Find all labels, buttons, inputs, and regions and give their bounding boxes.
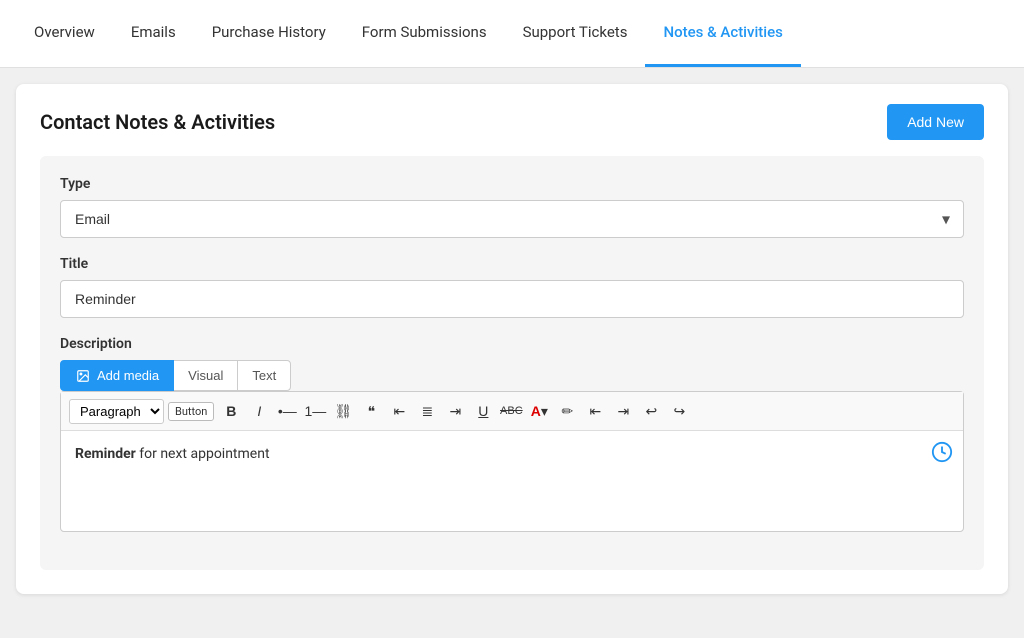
nav-label-overview: Overview	[34, 23, 95, 41]
nav-item-purchase-history[interactable]: Purchase History	[194, 0, 344, 67]
tab-text-label: Text	[252, 368, 276, 383]
italic-button[interactable]: I	[246, 398, 272, 424]
tab-visual-label: Visual	[188, 368, 223, 383]
add-media-icon	[75, 369, 91, 383]
title-label: Title	[60, 256, 964, 272]
tab-add-media-label: Add media	[97, 368, 159, 383]
undo-icon: ↩	[645, 403, 657, 420]
editor-bold-text: Reminder	[75, 446, 136, 462]
editor-content[interactable]: Reminder for next appointment	[61, 431, 963, 531]
editor-tabs: Add media Visual Text	[60, 360, 964, 391]
nav-label-emails: Emails	[131, 23, 176, 41]
nav-label-form-submissions: Form Submissions	[362, 23, 487, 41]
underline-button[interactable]: U	[470, 398, 496, 424]
add-new-button[interactable]: Add New	[887, 104, 984, 140]
editor-wrapper: Paragraph Heading 1 Heading 2 Button B I…	[60, 391, 964, 532]
link-icon: ⛓	[334, 403, 352, 420]
strikethrough-icon: ABC	[500, 405, 523, 417]
card-header: Contact Notes & Activities Add New	[40, 104, 984, 140]
tab-add-media[interactable]: Add media	[60, 360, 174, 391]
nav-item-form-submissions[interactable]: Form Submissions	[344, 0, 505, 67]
nav-label-purchase-history: Purchase History	[212, 23, 326, 41]
tab-visual[interactable]: Visual	[174, 360, 237, 391]
quote-icon: ❝	[368, 403, 376, 420]
form-section: Type Email Note Activity Call Meeting Ti…	[40, 156, 984, 570]
align-center-button[interactable]: ≣	[414, 398, 440, 424]
bold-button[interactable]: B	[218, 398, 244, 424]
editor-toolbar: Paragraph Heading 1 Heading 2 Button B I…	[61, 392, 963, 431]
align-center-icon: ≣	[421, 403, 433, 420]
nav-item-notes-activities[interactable]: Notes & Activities	[645, 0, 800, 67]
type-select[interactable]: Email Note Activity Call Meeting	[60, 200, 964, 238]
quote-button[interactable]: ❝	[358, 398, 384, 424]
link-button[interactable]: ⛓	[330, 398, 356, 424]
align-left-icon: ⇤	[393, 403, 405, 420]
underline-icon: U	[478, 403, 488, 419]
type-label: Type	[60, 176, 964, 192]
indent-increase-icon: ⇥	[617, 403, 629, 420]
editor-rest-text: for next appointment	[136, 446, 270, 462]
numbered-list-button[interactable]: 1—	[302, 398, 328, 424]
redo-icon: ↪	[673, 403, 685, 420]
font-color-button[interactable]: A▾	[526, 398, 552, 424]
nav-label-notes-activities: Notes & Activities	[663, 23, 782, 41]
bold-icon: B	[226, 403, 236, 419]
align-right-icon: ⇥	[449, 403, 461, 420]
numbered-list-icon: 1—	[304, 403, 326, 419]
undo-button[interactable]: ↩	[638, 398, 664, 424]
button-label-btn[interactable]: Button	[168, 402, 214, 421]
notes-activities-card: Contact Notes & Activities Add New Type …	[16, 84, 1008, 594]
nav-item-overview[interactable]: Overview	[16, 0, 113, 67]
type-select-wrapper: Email Note Activity Call Meeting	[60, 200, 964, 238]
card-title: Contact Notes & Activities	[40, 110, 275, 134]
bullet-list-button[interactable]: •—	[274, 398, 300, 424]
paragraph-select[interactable]: Paragraph Heading 1 Heading 2	[69, 399, 164, 424]
nav-item-support-tickets[interactable]: Support Tickets	[505, 0, 646, 67]
bullet-list-icon: •—	[278, 403, 297, 419]
type-group: Type Email Note Activity Call Meeting	[60, 176, 964, 238]
indent-decrease-button[interactable]: ⇤	[582, 398, 608, 424]
align-right-button[interactable]: ⇥	[442, 398, 468, 424]
clock-icon	[931, 441, 953, 463]
pencil-icon: ✏	[561, 403, 573, 420]
align-left-button[interactable]: ⇤	[386, 398, 412, 424]
redo-button[interactable]: ↪	[666, 398, 692, 424]
nav-label-support-tickets: Support Tickets	[523, 23, 628, 41]
description-group: Description Add media Visual	[60, 336, 964, 532]
top-navigation: Overview Emails Purchase History Form Su…	[0, 0, 1024, 68]
italic-icon: I	[257, 403, 261, 419]
tab-text[interactable]: Text	[237, 360, 291, 391]
pencil-button[interactable]: ✏	[554, 398, 580, 424]
font-color-icon: A	[531, 403, 541, 419]
title-input[interactable]	[60, 280, 964, 318]
nav-item-emails[interactable]: Emails	[113, 0, 194, 67]
strikethrough-button[interactable]: ABC	[498, 398, 524, 424]
indent-decrease-icon: ⇤	[589, 403, 601, 420]
description-label: Description	[60, 336, 964, 352]
indent-increase-button[interactable]: ⇥	[610, 398, 636, 424]
title-group: Title	[60, 256, 964, 318]
main-content: Contact Notes & Activities Add New Type …	[0, 68, 1024, 638]
clock-button[interactable]	[931, 441, 953, 469]
